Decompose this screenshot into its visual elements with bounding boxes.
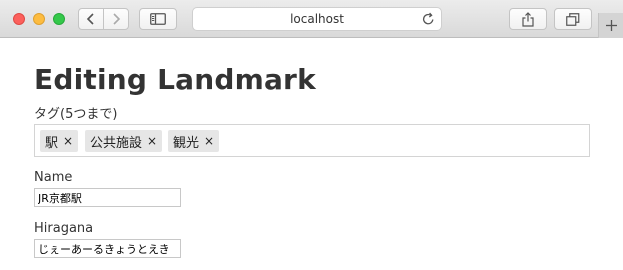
- remove-tag-icon[interactable]: ×: [204, 134, 214, 148]
- sidebar-icon: [150, 13, 166, 25]
- browser-toolbar: localhost: [0, 0, 623, 38]
- share-button[interactable]: [509, 8, 547, 30]
- chevron-right-icon: [113, 13, 121, 25]
- tag-chip: 公共施設 ×: [85, 130, 163, 152]
- tabs-overview-icon: [566, 12, 580, 26]
- name-field[interactable]: [34, 188, 181, 207]
- tags-label: タグ(5つまで): [34, 107, 118, 122]
- share-icon: [522, 11, 534, 27]
- reload-icon[interactable]: [422, 12, 435, 26]
- tag-chip-label: 観光: [173, 135, 200, 151]
- remove-tag-icon[interactable]: ×: [63, 134, 73, 148]
- navigation-buttons: [78, 8, 130, 30]
- page-title: Editing Landmark: [34, 63, 316, 96]
- tab-overview-button[interactable]: [554, 8, 592, 30]
- forward-button[interactable]: [103, 8, 129, 30]
- tag-chip-label: 公共施設: [90, 135, 143, 151]
- hiragana-field[interactable]: [34, 239, 181, 258]
- hiragana-label: Hiragana: [34, 221, 94, 236]
- zoom-window-button[interactable]: [53, 13, 65, 25]
- close-window-button[interactable]: [13, 13, 25, 25]
- url-text: localhost: [290, 12, 344, 26]
- name-label: Name: [34, 170, 73, 185]
- tag-chip: 駅 ×: [40, 130, 79, 152]
- sidebar-toggle-button[interactable]: [139, 8, 177, 30]
- address-bar[interactable]: localhost: [192, 7, 442, 31]
- remove-tag-icon[interactable]: ×: [147, 134, 157, 148]
- page-content: Editing Landmark タグ(5つまで) 駅 × 公共施設 × 観光 …: [0, 38, 623, 270]
- tag-chip: 観光 ×: [168, 130, 220, 152]
- new-tab-button[interactable]: [598, 13, 623, 38]
- minimize-window-button[interactable]: [33, 13, 45, 25]
- tag-chip-label: 駅: [45, 135, 59, 151]
- plus-icon: [605, 20, 617, 31]
- chevron-left-icon: [86, 13, 94, 25]
- back-button[interactable]: [78, 8, 104, 30]
- tags-input[interactable]: 駅 × 公共施設 × 観光 ×: [34, 124, 590, 157]
